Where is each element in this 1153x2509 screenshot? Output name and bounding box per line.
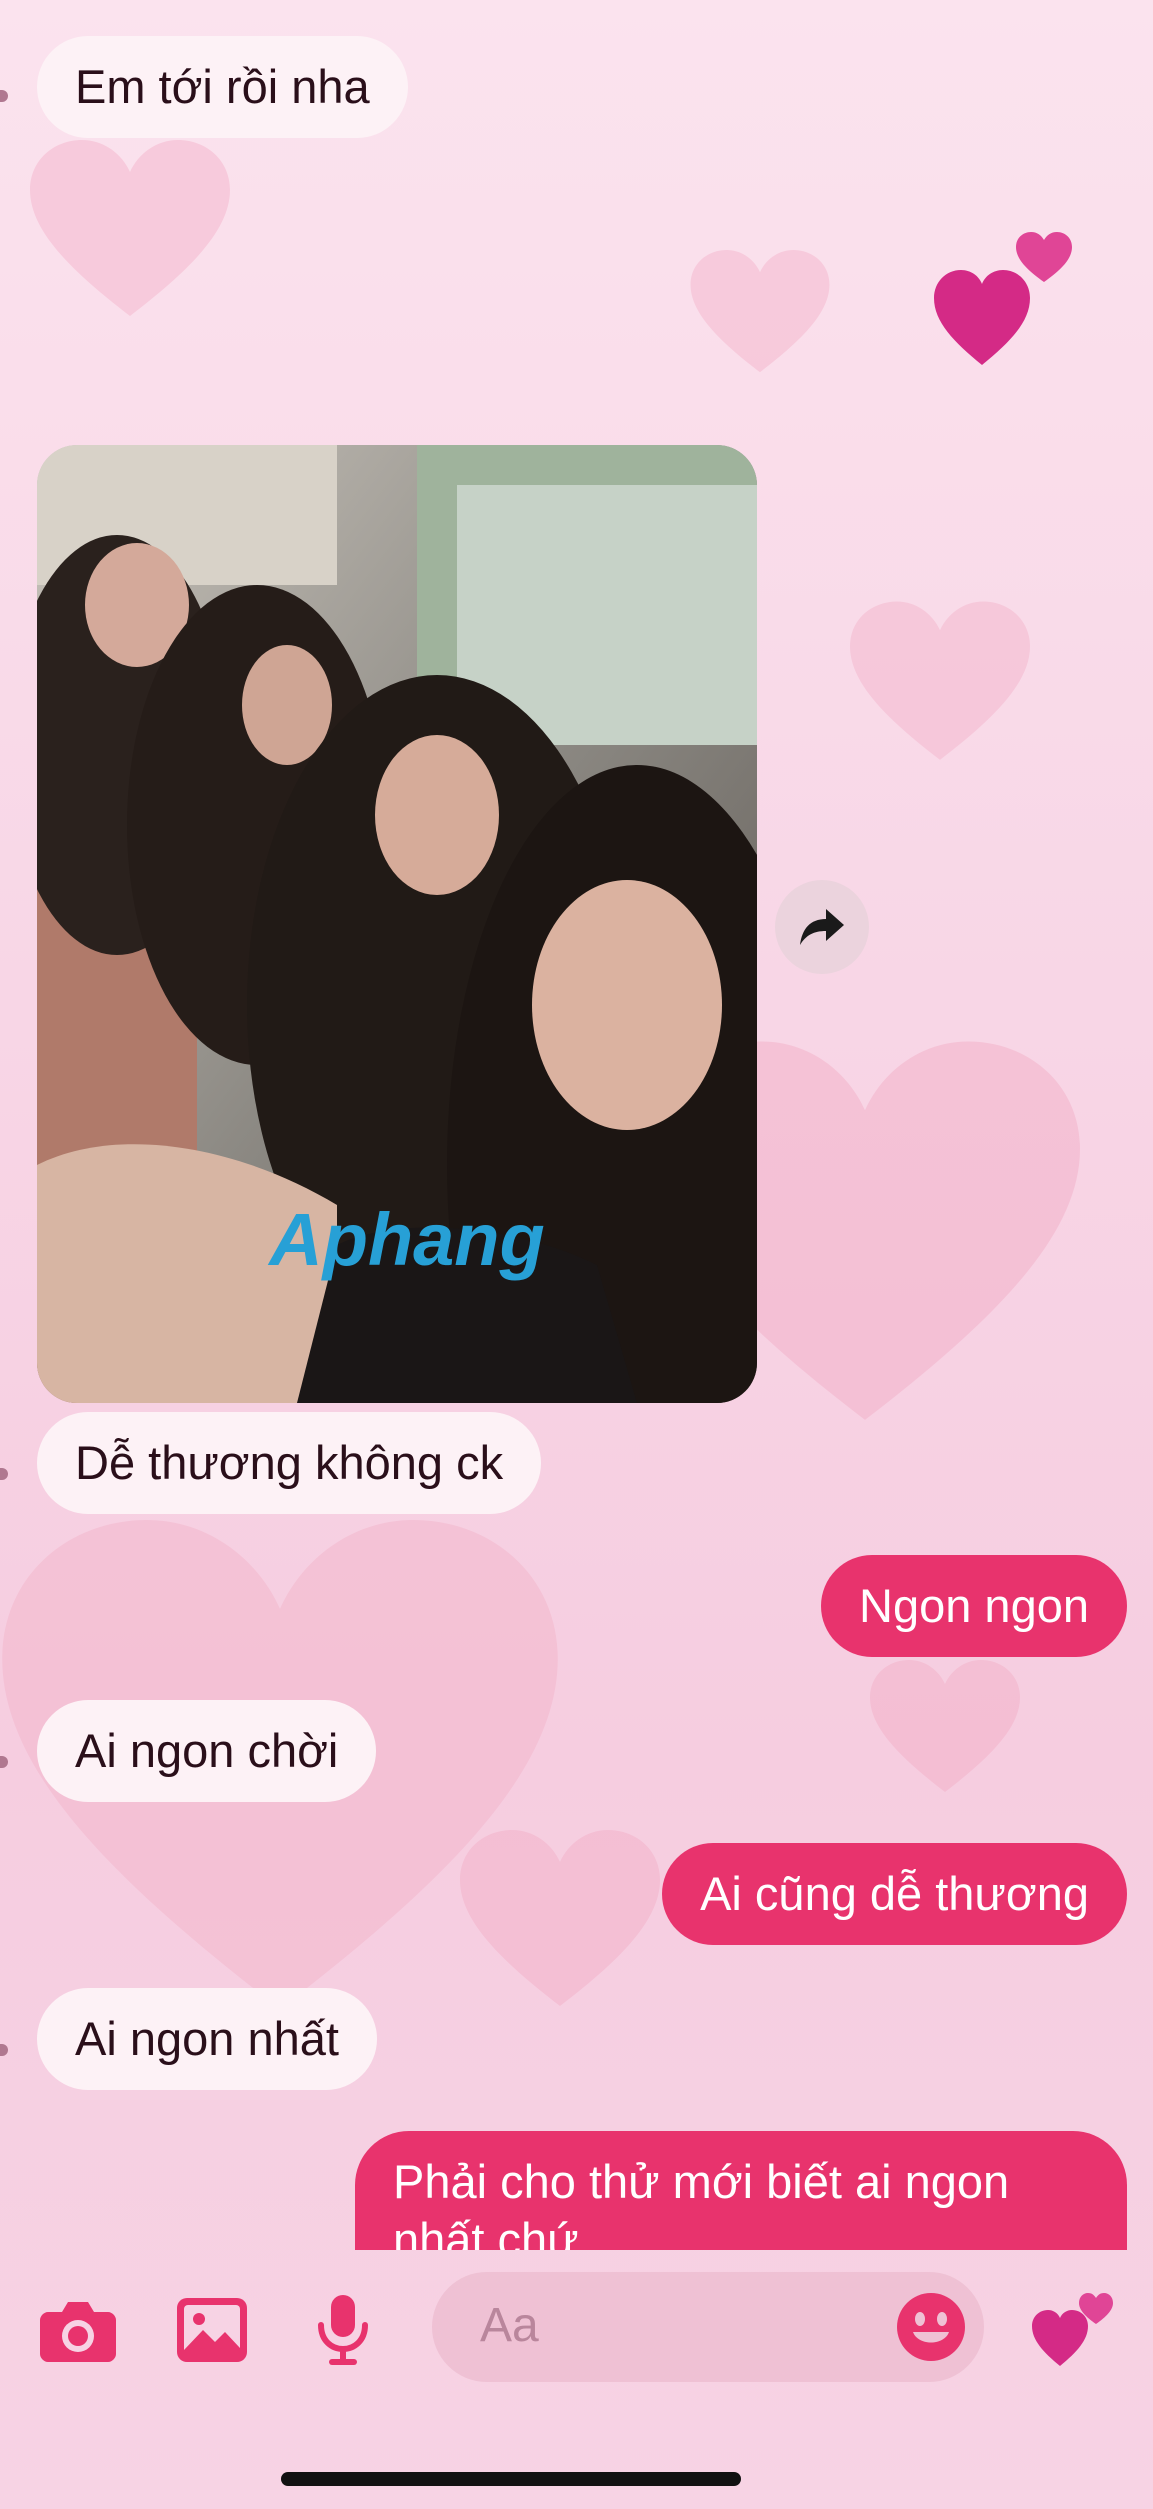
message-bubble-outgoing[interactable]: Ngon ngon — [821, 1555, 1127, 1657]
photo-watermark: Aphang — [267, 1198, 544, 1281]
image-icon — [177, 2298, 247, 2362]
message-bubble-outgoing[interactable]: Phải cho thử mới biết ai ngon nhất chứ — [355, 2131, 1127, 2250]
share-button[interactable] — [775, 880, 869, 974]
home-indicator — [281, 2472, 741, 2486]
camera-button[interactable] — [38, 2290, 118, 2370]
sender-indicator — [0, 1756, 8, 1768]
smiley-icon[interactable] — [896, 2292, 966, 2362]
message-bubble-incoming[interactable]: Ai ngon nhất — [37, 1988, 377, 2090]
gallery-button[interactable] — [172, 2290, 252, 2370]
message-input-placeholder: Aa — [480, 2299, 539, 2352]
photo-message[interactable]: Aphang — [37, 445, 757, 1403]
share-arrow-icon — [800, 909, 844, 945]
message-bubble-incoming[interactable]: Ai ngon chời — [37, 1700, 377, 1802]
microphone-icon — [318, 2295, 368, 2365]
message-list[interactable]: Em tới rồi nha Aphang Dễ thương không ck… — [0, 0, 1153, 2250]
two-hearts-sticker[interactable] — [932, 220, 1082, 370]
camera-icon — [40, 2302, 116, 2362]
message-input[interactable]: Aa — [432, 2272, 984, 2382]
message-bubble-incoming[interactable]: Em tới rồi nha — [37, 36, 408, 138]
message-bubble-incoming[interactable]: Dễ thương không ck — [37, 1412, 542, 1514]
sender-indicator — [0, 2044, 8, 2056]
sender-indicator — [0, 1468, 8, 1480]
photo-image: Aphang — [37, 445, 757, 1403]
sender-indicator — [0, 90, 8, 102]
microphone-button[interactable] — [303, 2290, 383, 2370]
message-bubble-outgoing[interactable]: Ai cũng dễ thương — [662, 1843, 1127, 1945]
two-hearts-icon[interactable] — [1030, 2288, 1115, 2368]
